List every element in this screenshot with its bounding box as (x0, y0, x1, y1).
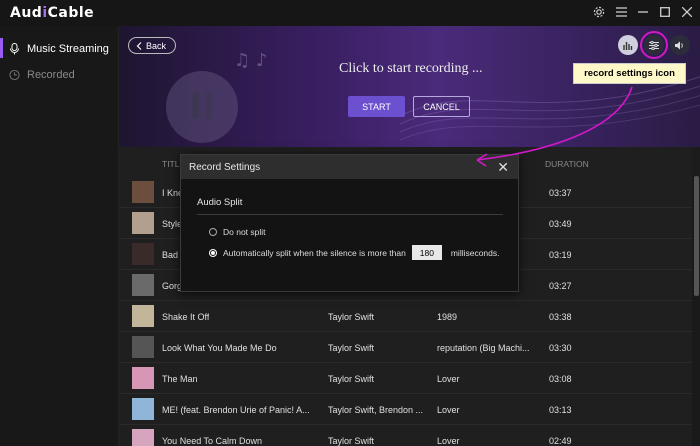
sidebar-item-recorded[interactable]: Recorded (0, 62, 118, 88)
sidebar-item-music-streaming[interactable]: Music Streaming (0, 36, 118, 62)
song-duration: 03:37 (549, 188, 572, 198)
album-art-thumbnail (132, 212, 154, 234)
album-art-thumbnail (132, 336, 154, 358)
window-controls (592, 4, 694, 20)
cancel-button[interactable]: CANCEL (413, 96, 470, 117)
back-button[interactable]: Back (128, 37, 177, 54)
song-title: ME! (feat. Brendon Urie of Panic! A... (162, 405, 310, 415)
album-art-thumbnail (132, 429, 154, 446)
song-artist: Taylor Swift, Brendon ... (328, 405, 424, 415)
table-row[interactable]: Look What You Made Me Do Taylor Swift repu… (119, 332, 692, 363)
song-album: 1989 (437, 312, 458, 322)
close-icon[interactable] (680, 4, 694, 20)
dialog-header: Record Settings ✕ (181, 155, 518, 179)
song-album: reputation (Big Machi... (437, 343, 530, 353)
song-album: Lover (437, 436, 460, 446)
song-duration: 03:38 (549, 312, 572, 322)
song-artist: Taylor Swift (328, 436, 375, 446)
song-album: Lover (437, 374, 460, 384)
column-header-duration[interactable]: DURATION (545, 159, 589, 169)
song-title: Look What You Made Me Do (162, 343, 277, 353)
song-artist: Taylor Swift (328, 343, 375, 353)
song-duration: 02:49 (549, 436, 572, 446)
app-window: AudiCable Music Streaming Recorded Back … (0, 0, 700, 446)
app-logo: AudiCable (10, 5, 95, 21)
option-label: Do not split (223, 227, 266, 237)
clock-icon (9, 69, 20, 81)
table-row[interactable]: ME! (feat. Brendon Urie of Panic! A... Ta… (119, 394, 692, 425)
title-bar: AudiCable (0, 0, 700, 26)
recording-prompt: Click to start recording ... (339, 61, 483, 76)
menu-icon[interactable] (614, 4, 628, 20)
option-do-not-split[interactable]: Do not split (209, 227, 266, 237)
album-art-thumbnail (132, 181, 154, 203)
song-title: Shake It Off (162, 312, 210, 322)
album-art-thumbnail (132, 305, 154, 327)
settings-gear-icon[interactable] (592, 4, 606, 20)
hero-toolbar (618, 31, 690, 59)
song-album: Lover (437, 405, 460, 415)
silence-ms-input[interactable] (411, 245, 442, 260)
song-duration: 03:27 (549, 281, 572, 291)
annotation-callout: record settings icon (573, 63, 686, 84)
album-art-thumbnail (132, 274, 154, 296)
song-title: Style (162, 219, 183, 229)
start-button[interactable]: START (348, 96, 405, 117)
option-label: Automatically split when the silence is … (223, 247, 406, 258)
volume-icon[interactable] (670, 35, 690, 55)
table-row[interactable]: The Man Taylor Swift Lover 03:08 (119, 363, 692, 394)
sidebar-item-label: Recorded (27, 69, 75, 81)
section-heading: Audio Split (197, 197, 243, 208)
unit-label: milliseconds. (450, 247, 500, 258)
scrollbar-thumb[interactable] (694, 176, 699, 296)
table-row[interactable]: You Need To Calm Down Taylor Swift Lover 02… (119, 425, 692, 446)
sidebar: Music Streaming Recorded (0, 26, 119, 446)
song-duration: 03:13 (549, 405, 572, 415)
album-art-thumbnail (132, 367, 154, 389)
active-indicator (0, 38, 3, 58)
song-duration: 03:19 (549, 250, 572, 260)
table-row[interactable]: Shake It Off Taylor Swift 1989 03:38 (119, 301, 692, 332)
chevron-left-icon (136, 41, 142, 50)
song-title: The Man (162, 374, 198, 384)
song-artist: Taylor Swift (328, 312, 375, 322)
recording-hero: Back ♫ ♪ Click to start recording ... ST… (119, 26, 700, 147)
song-duration: 03:49 (549, 219, 572, 229)
maximize-icon[interactable] (658, 4, 672, 20)
equalizer-icon[interactable] (618, 35, 638, 55)
sidebar-item-label: Music Streaming (27, 43, 109, 55)
album-art-thumbnail (132, 398, 154, 420)
song-duration: 03:30 (549, 343, 572, 353)
option-auto-split[interactable]: Automatically split when the silence is … (209, 245, 500, 260)
minimize-icon[interactable] (636, 4, 650, 20)
song-title: You Need To Calm Down (162, 436, 263, 446)
song-duration: 03:08 (549, 374, 572, 384)
song-artist: Taylor Swift (328, 374, 375, 384)
record-settings-dialog: Record Settings ✕ Audio Split Do not spl… (180, 154, 519, 292)
album-art-thumbnail (132, 243, 154, 265)
radio-button[interactable] (209, 228, 217, 236)
music-notes-icon: ♫ ♪ (234, 50, 268, 71)
pause-disc-icon (166, 71, 238, 143)
record-settings-icon[interactable] (640, 31, 668, 59)
microphone-icon (10, 43, 19, 55)
radio-button-selected[interactable] (209, 248, 217, 257)
dialog-title: Record Settings (189, 162, 261, 173)
divider (197, 214, 503, 215)
dialog-close-icon[interactable]: ✕ (497, 159, 509, 176)
